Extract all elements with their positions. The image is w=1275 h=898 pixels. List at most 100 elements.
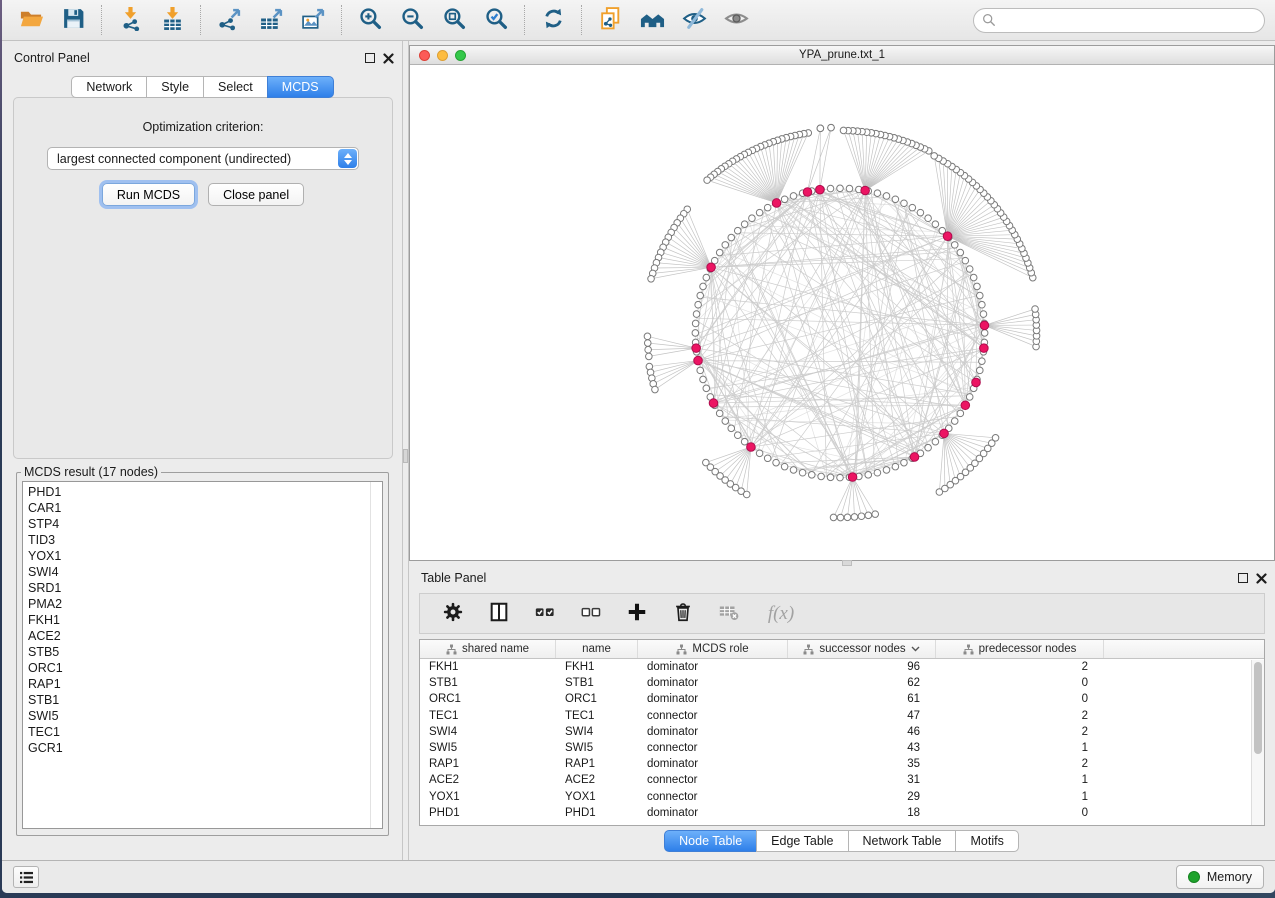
mcds-result-item[interactable]: SWI5	[28, 708, 382, 724]
tab-network-table[interactable]: Network Table	[848, 830, 957, 852]
network-node[interactable]	[974, 283, 981, 290]
network-node[interactable]	[697, 367, 704, 374]
network-node[interactable]	[865, 472, 872, 479]
table-row[interactable]: PHD1PHD1dominator180	[420, 805, 1264, 821]
mcds-result-item[interactable]: CAR1	[28, 500, 382, 516]
network-node[interactable]	[697, 292, 704, 299]
add-entry-button[interactable]	[622, 599, 652, 629]
apply-layout-button[interactable]	[534, 4, 572, 36]
close-panel-button[interactable]: Close panel	[208, 183, 304, 206]
export-table-button[interactable]	[252, 4, 290, 36]
network-node[interactable]	[909, 204, 916, 211]
mcds-result-item[interactable]: STP4	[28, 516, 382, 532]
import-network-button[interactable]	[111, 4, 149, 36]
dominator-node[interactable]	[816, 185, 825, 194]
network-node[interactable]	[749, 215, 756, 222]
window-minimize-icon[interactable]	[437, 50, 448, 61]
network-node[interactable]	[840, 127, 847, 134]
network-node[interactable]	[790, 467, 797, 474]
network-node[interactable]	[734, 432, 741, 439]
mcds-result-item[interactable]: PMA2	[28, 596, 382, 612]
network-view[interactable]	[410, 66, 1274, 560]
network-node[interactable]	[951, 242, 958, 249]
table-row[interactable]: TEC1TEC1connector472	[420, 708, 1264, 724]
window-maximize-icon[interactable]	[455, 50, 466, 61]
network-node[interactable]	[646, 353, 653, 360]
network-node[interactable]	[901, 459, 908, 466]
network-node[interactable]	[722, 242, 729, 249]
zoom-in-button[interactable]	[351, 4, 389, 36]
column-header-predecessor-nodes[interactable]: predecessor nodes	[936, 640, 1104, 658]
network-node[interactable]	[700, 283, 707, 290]
panel-splitter[interactable]	[402, 41, 409, 860]
network-node[interactable]	[693, 311, 700, 318]
network-node[interactable]	[837, 185, 844, 192]
network-node[interactable]	[799, 469, 806, 476]
network-node[interactable]	[764, 455, 771, 462]
network-node[interactable]	[865, 512, 872, 519]
network-node[interactable]	[716, 249, 723, 256]
network-node[interactable]	[773, 459, 780, 466]
mcds-result-item[interactable]: YOX1	[28, 548, 382, 564]
network-node[interactable]	[979, 358, 986, 365]
network-node[interactable]	[790, 193, 797, 200]
network-node[interactable]	[925, 444, 932, 451]
network-node[interactable]	[764, 204, 771, 211]
network-node[interactable]	[957, 249, 964, 256]
network-node[interactable]	[827, 474, 834, 481]
scrollbar-thumb[interactable]	[1254, 662, 1262, 754]
mcds-result-item[interactable]: TEC1	[28, 724, 382, 740]
show-columns-button[interactable]	[484, 599, 514, 629]
network-node[interactable]	[917, 209, 924, 216]
close-panel-icon[interactable]	[383, 53, 394, 64]
mcds-result-item[interactable]: ORC1	[28, 660, 382, 676]
network-node[interactable]	[692, 330, 699, 337]
memory-button[interactable]: Memory	[1176, 865, 1264, 889]
network-node[interactable]	[648, 275, 655, 282]
optimization-criterion-select[interactable]: largest connected component (undirected)	[47, 147, 359, 170]
dominator-node[interactable]	[848, 473, 857, 482]
function-builder-button[interactable]: f(x)	[760, 599, 802, 629]
network-node[interactable]	[883, 193, 890, 200]
mcds-result-list[interactable]: PHD1CAR1STP4TID3YOX1SWI4SRD1PMA2FKH1ACE2…	[22, 481, 383, 829]
network-window-titlebar[interactable]: YPA_prune.txt_1	[410, 46, 1274, 65]
network-node[interactable]	[844, 514, 851, 521]
network-node[interactable]	[976, 292, 983, 299]
network-node[interactable]	[883, 467, 890, 474]
network-node[interactable]	[808, 472, 815, 479]
delete-table-button[interactable]	[714, 599, 744, 629]
network-node[interactable]	[734, 227, 741, 234]
mcds-result-item[interactable]: STB5	[28, 644, 382, 660]
network-node[interactable]	[818, 473, 825, 480]
network-node[interactable]	[756, 450, 763, 457]
dominator-node[interactable]	[861, 186, 870, 195]
delete-entry-button[interactable]	[668, 599, 698, 629]
network-node[interactable]	[966, 394, 973, 401]
network-node[interactable]	[874, 190, 881, 197]
dominator-node[interactable]	[694, 356, 703, 365]
network-node[interactable]	[837, 474, 844, 481]
zoom-fit-button[interactable]	[435, 4, 473, 36]
search-box[interactable]	[973, 8, 1265, 33]
network-node[interactable]	[901, 200, 908, 207]
network-node[interactable]	[892, 196, 899, 203]
save-session-button[interactable]	[54, 4, 92, 36]
tab-edge-table[interactable]: Edge Table	[756, 830, 848, 852]
network-node[interactable]	[704, 177, 711, 184]
tab-style[interactable]: Style	[146, 76, 204, 98]
dominator-node[interactable]	[943, 232, 952, 241]
table-row[interactable]: STB1STB1dominator620	[420, 675, 1264, 691]
network-node[interactable]	[692, 320, 699, 327]
mcds-result-item[interactable]: ACE2	[28, 628, 382, 644]
search-input[interactable]	[1002, 13, 1256, 27]
open-session-button[interactable]	[12, 4, 50, 36]
dominator-node[interactable]	[910, 453, 919, 462]
tab-network[interactable]: Network	[71, 76, 147, 98]
tab-mcds[interactable]: MCDS	[267, 76, 334, 98]
settings-button[interactable]	[438, 599, 468, 629]
network-node[interactable]	[781, 196, 788, 203]
float-table-panel-icon[interactable]	[1238, 573, 1248, 583]
network-node[interactable]	[1032, 306, 1039, 313]
zoom-out-button[interactable]	[393, 4, 431, 36]
network-node[interactable]	[695, 301, 702, 308]
